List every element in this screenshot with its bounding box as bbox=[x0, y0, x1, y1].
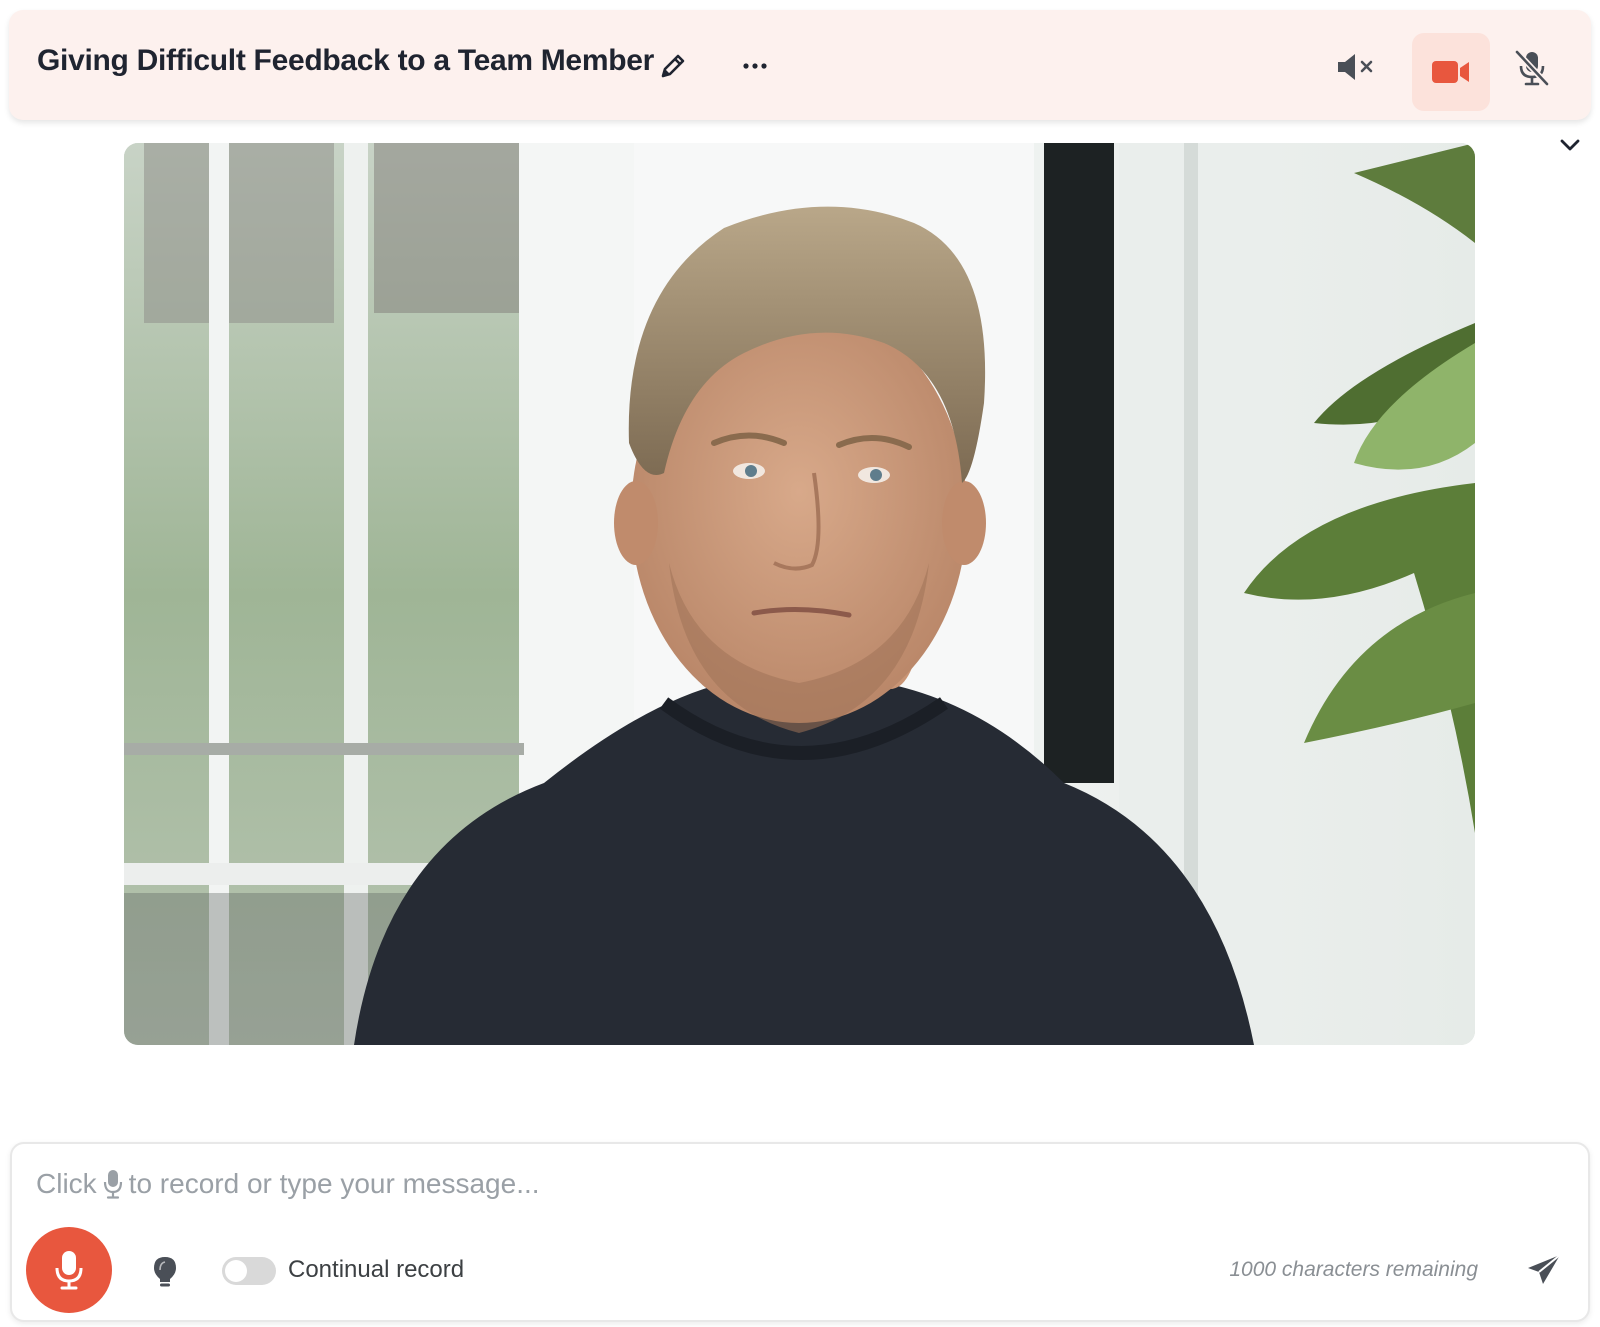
lightbulb-icon bbox=[154, 1257, 176, 1287]
more-horizontal-icon bbox=[743, 63, 767, 69]
record-button[interactable] bbox=[26, 1227, 112, 1313]
continual-record-label: Continual record bbox=[288, 1256, 465, 1283]
send-icon bbox=[1528, 1254, 1561, 1284]
video-frame bbox=[124, 143, 1475, 1045]
pencil-icon bbox=[661, 54, 685, 78]
speaker-muted-icon bbox=[1338, 54, 1373, 80]
message-input[interactable]: Click to record or type your message... bbox=[36, 1168, 540, 1200]
collapse-video-button[interactable] bbox=[1556, 133, 1584, 157]
page-title: Giving Difficult Feedback to a Team Memb… bbox=[37, 44, 654, 77]
hint-button[interactable] bbox=[150, 1254, 180, 1290]
toggle-knob bbox=[225, 1260, 247, 1282]
speaker-toggle-button[interactable] bbox=[1334, 49, 1378, 85]
message-composer[interactable]: Click to record or type your message... bbox=[10, 1142, 1590, 1322]
video-feed bbox=[124, 143, 1475, 1045]
video-camera-icon bbox=[1432, 61, 1469, 83]
characters-remaining: 1000 characters remaining bbox=[1229, 1258, 1478, 1281]
more-options-button[interactable] bbox=[737, 50, 773, 82]
microphone-off-icon bbox=[1514, 49, 1550, 87]
session-header: Giving Difficult Feedback to a Team Memb… bbox=[9, 10, 1591, 120]
send-button[interactable] bbox=[1524, 1250, 1564, 1290]
edit-title-button[interactable] bbox=[655, 48, 691, 84]
camera-toggle-button[interactable] bbox=[1412, 33, 1490, 111]
app-window: Giving Difficult Feedback to a Team Memb… bbox=[0, 0, 1600, 1327]
continual-record-toggle[interactable] bbox=[222, 1257, 276, 1285]
microphone-toggle-button[interactable] bbox=[1510, 48, 1554, 88]
inline-microphone-icon bbox=[103, 1170, 122, 1199]
microphone-icon bbox=[55, 1251, 83, 1290]
chevron-down-icon bbox=[1560, 139, 1580, 151]
placeholder-suffix: to record or type your message... bbox=[128, 1168, 540, 1199]
placeholder-prefix: Click bbox=[36, 1168, 97, 1199]
